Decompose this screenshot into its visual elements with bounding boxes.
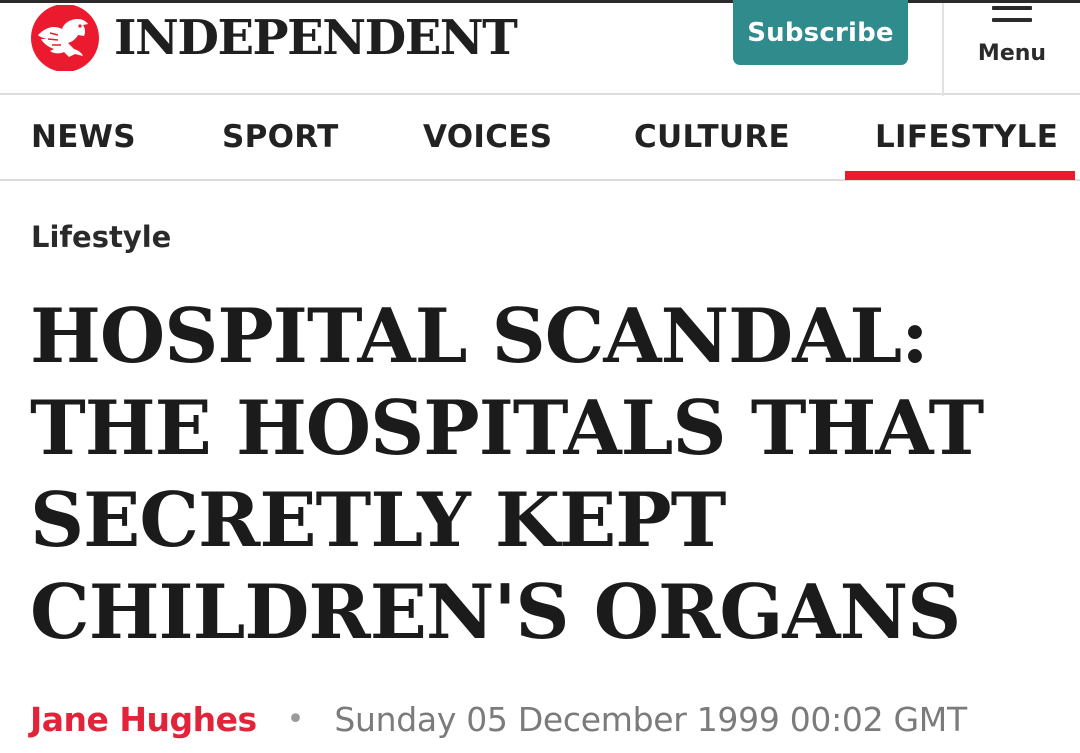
menu-button[interactable]: Menu <box>944 3 1080 96</box>
nav-item-sport[interactable]: SPORT <box>222 95 339 179</box>
nav-active-indicator <box>845 171 1075 180</box>
hamburger-menu-icon <box>992 6 1032 26</box>
publish-date: Sunday 05 December 1999 00:02 GMT <box>334 699 967 739</box>
article-headline: HOSPITAL SCANDAL: THE HOSPITALS THAT SEC… <box>30 292 984 656</box>
site-header: INDEPENDENT Subscribe Menu <box>0 0 1080 96</box>
menu-label: Menu <box>977 41 1047 66</box>
author-link[interactable]: Jane Hughes <box>30 700 257 739</box>
site-logo[interactable]: INDEPENDENT <box>28 3 518 73</box>
article-section-label[interactable]: Lifestyle <box>31 220 171 254</box>
section-nav: NEWS SPORT VOICES CULTURE LIFESTYLE <box>0 95 1080 181</box>
nav-item-lifestyle[interactable]: LIFESTYLE <box>875 95 1058 179</box>
nav-item-voices[interactable]: VOICES <box>423 95 552 179</box>
nav-item-news[interactable]: NEWS <box>31 95 136 179</box>
article-byline: Jane Hughes • Sunday 05 December 1999 00… <box>30 694 967 744</box>
logo-wordmark: INDEPENDENT <box>114 10 518 66</box>
subscribe-button[interactable]: Subscribe <box>733 0 908 65</box>
byline-separator: • <box>286 701 305 737</box>
eagle-logo-icon <box>31 5 99 71</box>
nav-item-culture[interactable]: CULTURE <box>634 95 790 179</box>
